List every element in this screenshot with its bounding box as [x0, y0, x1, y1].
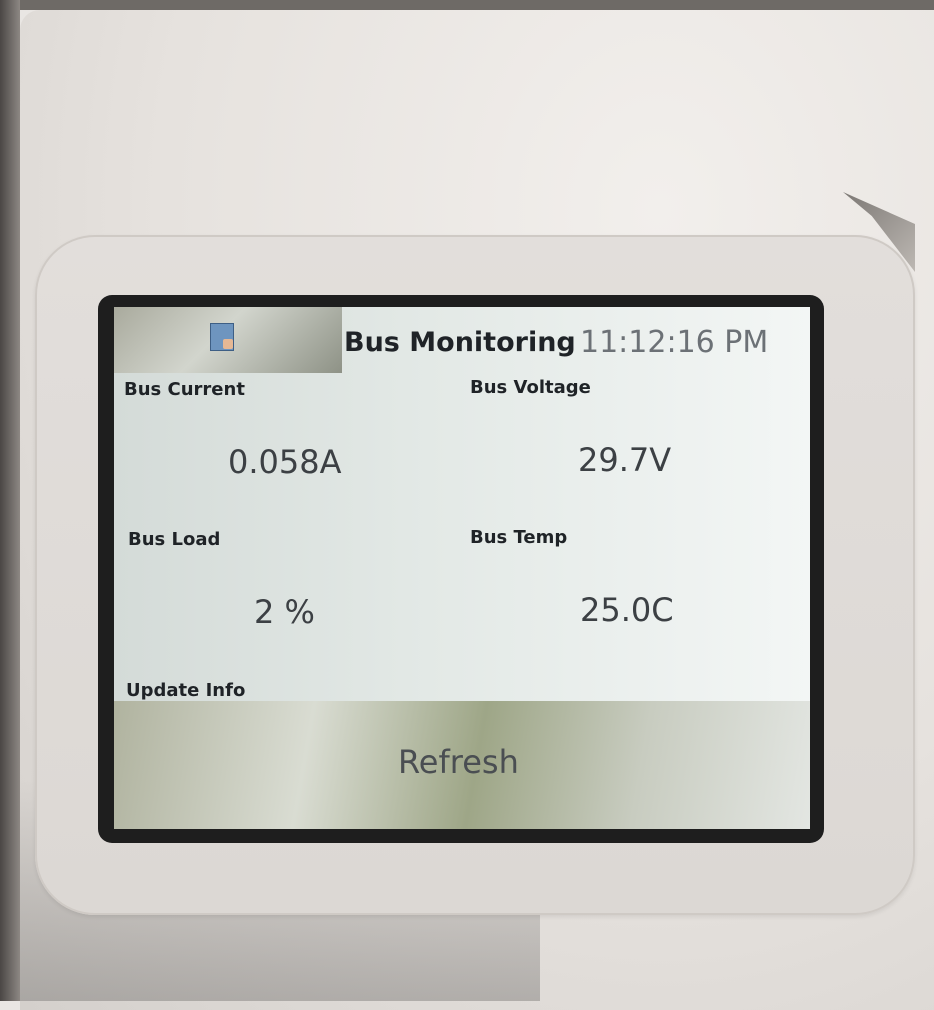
bus-current-value: 0.058A — [228, 443, 342, 481]
bus-temp-value: 25.0C — [580, 591, 674, 629]
bus-current-label: Bus Current — [124, 379, 245, 400]
header-image — [114, 307, 342, 373]
page-title: Bus Monitoring — [344, 327, 576, 358]
refresh-button-label: Refresh — [398, 743, 519, 781]
bus-voltage-label: Bus Voltage — [470, 377, 591, 398]
clock-readout: 11:12:16 PM — [580, 325, 769, 360]
app-icon[interactable] — [210, 323, 234, 351]
photo-background-top — [0, 0, 934, 10]
photo-background-edge — [0, 0, 20, 1001]
bus-temp-label: Bus Temp — [470, 527, 568, 548]
bus-voltage-value: 29.7V — [578, 441, 672, 479]
touch-screen: Bus Monitoring 11:12:16 PM Bus Current 0… — [114, 307, 810, 829]
update-info-label: Update Info — [126, 680, 246, 701]
refresh-button[interactable]: Refresh — [114, 701, 810, 829]
bus-load-label: Bus Load — [128, 529, 221, 550]
bus-load-value: 2 % — [254, 593, 315, 631]
